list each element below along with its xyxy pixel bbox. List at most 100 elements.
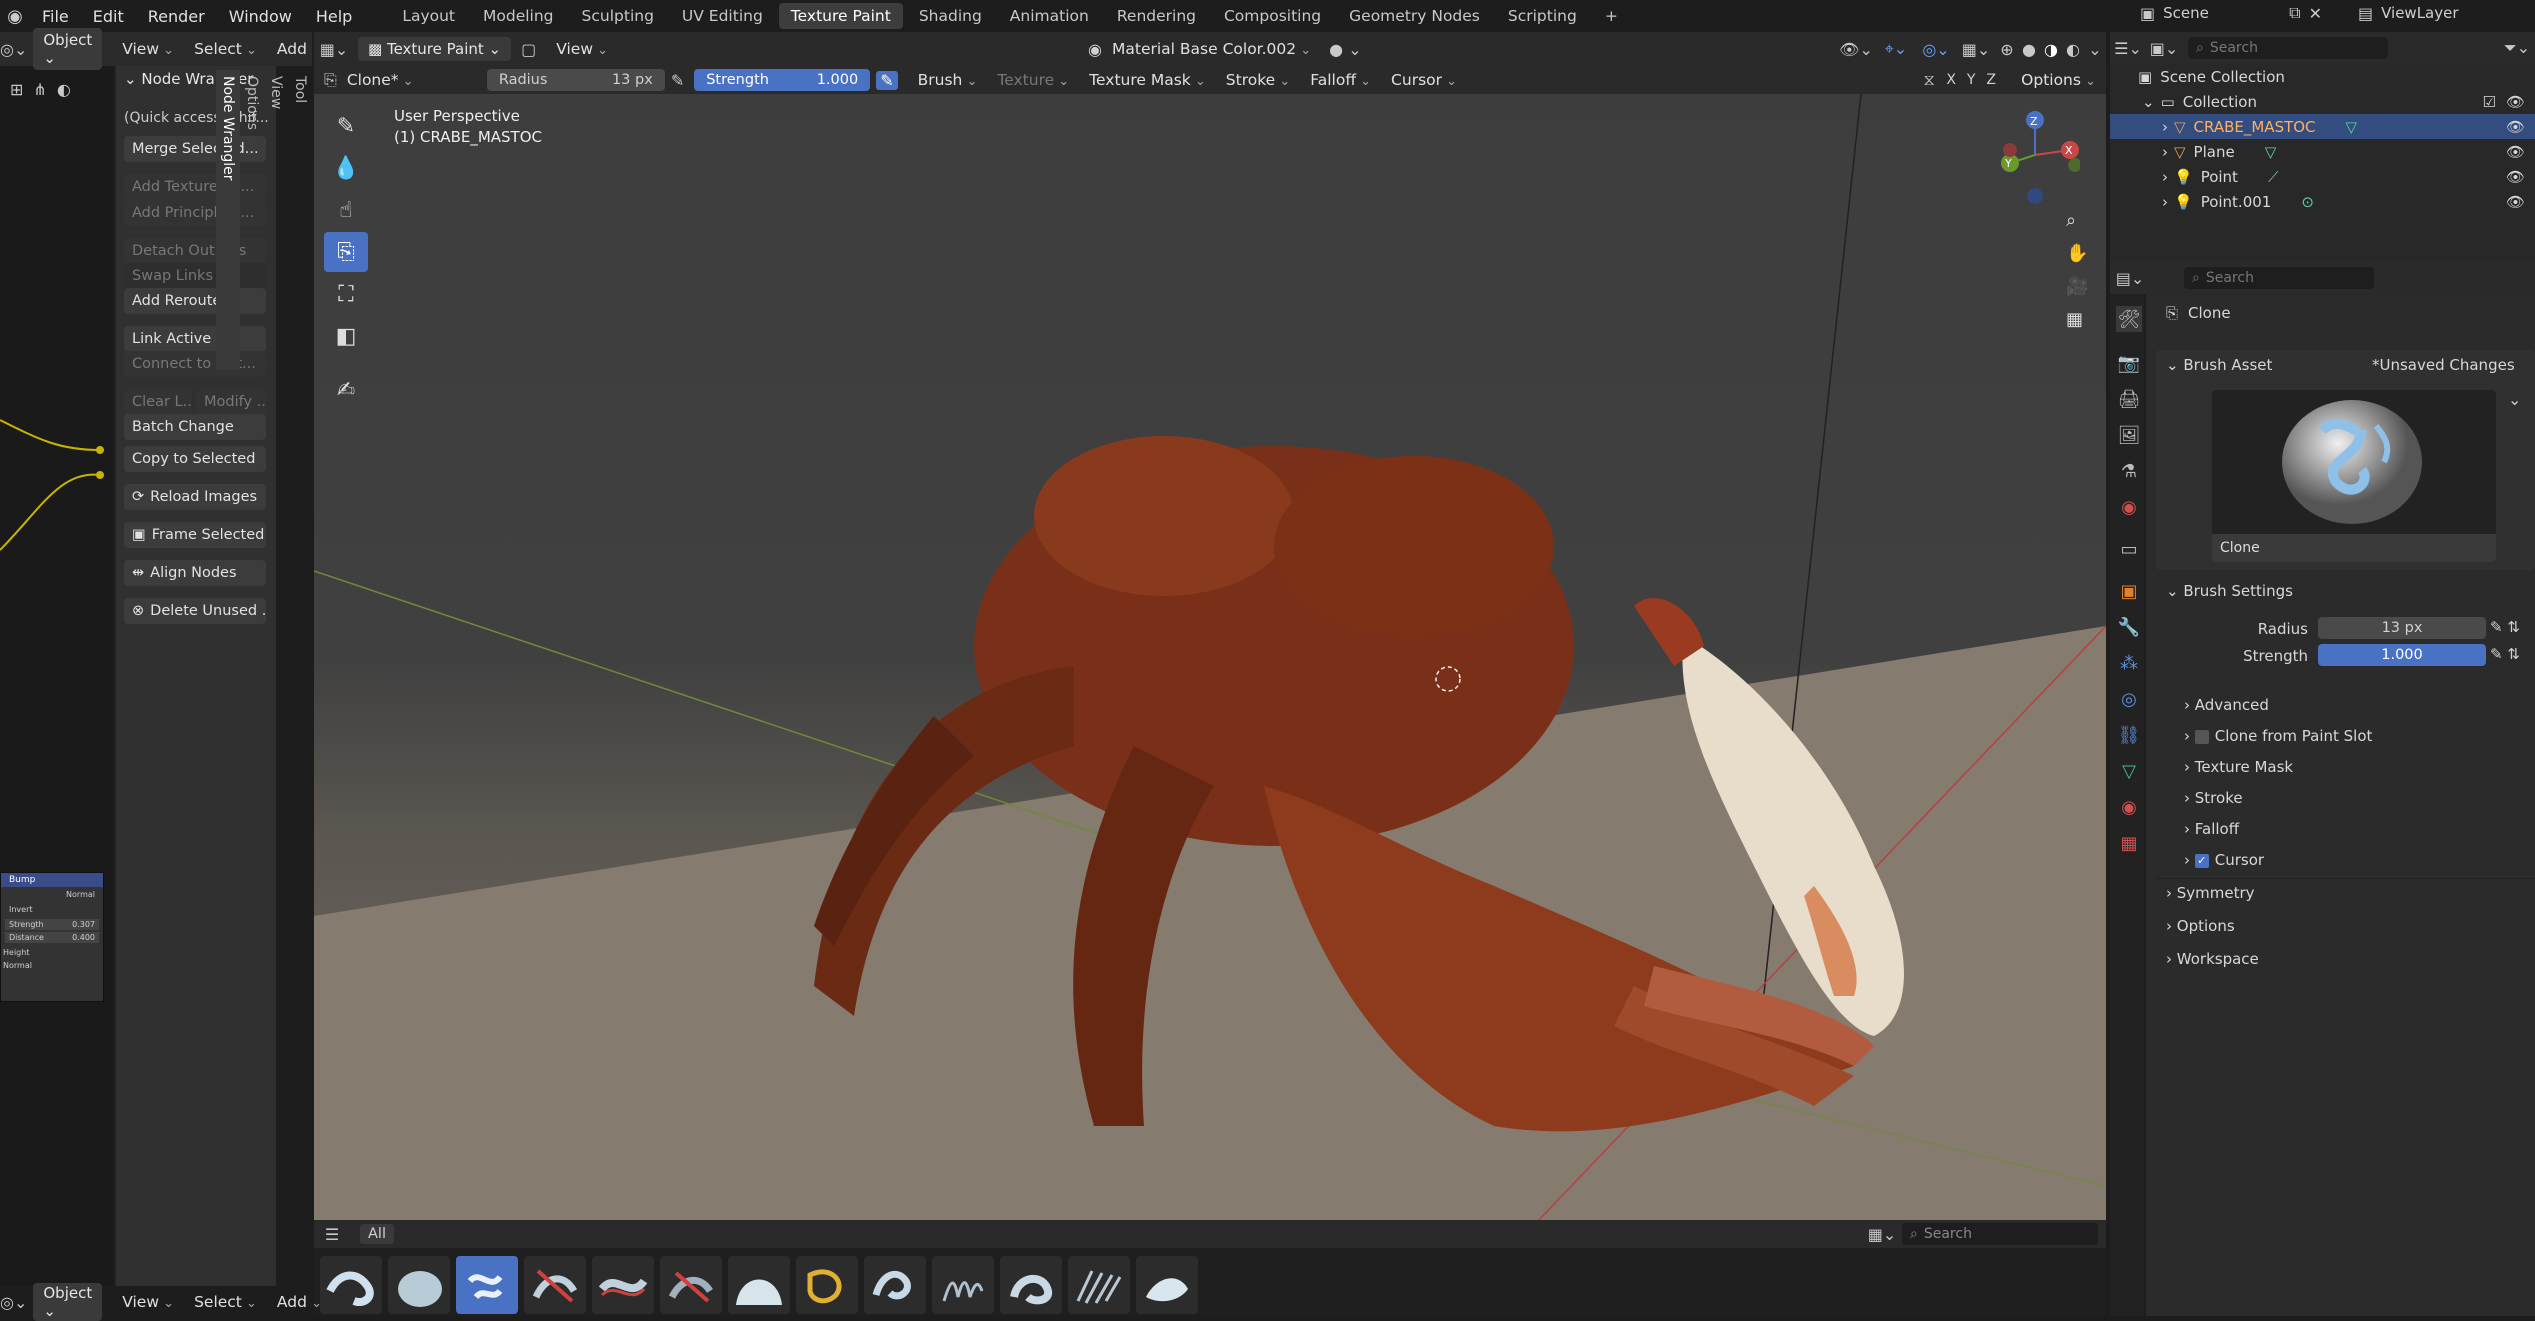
bottom-editor-type-icon[interactable]: ◎⌄ [0,1293,27,1312]
brush-settings-header[interactable]: ⌄ Brush Settings [2166,582,2293,600]
cursor-subpanel[interactable]: › ✓ Cursor [2184,851,2264,869]
bump-node-mode[interactable]: Normal [1,887,103,902]
brush-thumb-6[interactable] [660,1256,722,1314]
align-nodes-button[interactable]: ⇹ Align Nodes [124,560,266,586]
batch-change-dropdown[interactable]: Batch Change [124,414,266,440]
particles-properties-icon[interactable]: ⁂ [2116,650,2142,676]
material-slot-dropdown[interactable]: Material Base Color.002 [1102,40,1321,58]
tab-scripting[interactable]: Scripting [1496,3,1589,29]
brush-thumb-2[interactable] [388,1256,450,1314]
gizmo-toggle-icon[interactable]: ⌖⌄ [1876,39,1916,59]
options-menu[interactable]: Options [2011,71,2106,89]
brush-asset-menu-icon[interactable]: ⌄ [2508,390,2521,409]
xray-toggle-icon[interactable]: ▦⌄ [1956,40,1996,59]
collection-properties-icon[interactable]: ▭ [2116,536,2142,562]
node-tree-icon[interactable]: ⋔ [33,80,46,99]
tab-animation[interactable]: Animation [998,3,1101,29]
falloff-menu[interactable]: Falloff [1300,71,1381,89]
symmetry-z-toggle[interactable]: Z [1981,72,2001,88]
texture-mask-subpanel[interactable]: › Texture Mask [2184,758,2293,776]
modify-labels-button[interactable]: Modify ... [196,389,266,415]
ortho-toggle-icon[interactable]: ▦ [2066,309,2088,330]
mask-tool-icon[interactable]: ◧ [324,316,368,356]
render-properties-icon[interactable]: 📷 [2116,350,2142,376]
data-properties-icon[interactable]: ▽ [2116,758,2142,784]
outliner-search-input[interactable]: ⌕ Search [2188,37,2388,59]
outliner-item-point[interactable]: › 💡 Point ⟋ 👁 [2110,164,2535,189]
outliner-editor-icon[interactable]: ☰⌄ [2110,39,2146,58]
strength-pressure-icon[interactable]: ✎ [876,70,898,90]
bump-distance-value[interactable]: 0.400 [72,933,95,942]
props-radius-field[interactable]: 13 px [2318,617,2486,639]
symmetry-x-toggle[interactable]: X [1941,72,1961,88]
brush-preview[interactable]: Clone [2212,390,2496,562]
outliner-display-icon[interactable]: ▣⌄ [2146,39,2182,58]
view-layer-properties-icon[interactable]: 🖼 [2116,422,2142,448]
modifier-properties-icon[interactable]: 🔧 [2116,614,2142,640]
fill-tool-icon[interactable]: ⛶ [324,274,368,314]
radius-field[interactable]: Radius 13 px [486,69,665,91]
menu-edit[interactable]: Edit [81,7,136,26]
zoom-icon[interactable]: ⌕ [2066,210,2088,231]
outliner-filter-icon[interactable]: ⏷⌄ [2499,38,2535,58]
scene-collection-row[interactable]: ▣ Scene Collection [2110,64,2535,89]
new-scene-icon[interactable]: ⧉ [2289,3,2300,23]
asset-display-icon[interactable]: ▦⌄ [1862,1225,1902,1244]
sidebar-tab-options[interactable]: Options [240,70,264,370]
brush-thumb-8[interactable] [796,1256,858,1314]
props-strength-field[interactable]: 1.000 [2318,644,2486,666]
texture-mask-menu[interactable]: Texture Mask [1079,71,1216,89]
view-menu[interactable]: View [112,40,184,58]
add-workspace-button[interactable]: + [1593,3,1630,29]
overlay-toggle-icon[interactable]: ◎⌄ [1916,40,1956,59]
clone-from-checkbox[interactable] [2194,729,2209,744]
view-layer-name[interactable]: ViewLayer [2381,4,2458,22]
texture-paint-mode-dropdown[interactable]: ▩ Texture Paint ⌄ [358,37,512,61]
tab-geometry-nodes[interactable]: Geometry Nodes [1337,3,1492,29]
brush-selector-dropdown[interactable]: Clone* [337,71,477,89]
physics-properties-icon[interactable]: ◎ [2116,686,2142,712]
scene-name[interactable]: Scene [2163,4,2281,22]
sidebar-tab-node-wrangler[interactable]: Node Wrangler [216,70,240,370]
workspace-panel[interactable]: › Workspace [2166,950,2259,968]
symmetry-icon[interactable]: ⧖ [1917,70,1941,90]
clear-label-button[interactable]: Clear L... [124,389,192,415]
reload-images-button[interactable]: ⟳ Reload Images [124,484,266,510]
image-slot-dropdown[interactable]: ● ⌄ [1329,40,1361,59]
camera-view-icon[interactable]: 🎥 [2066,276,2088,297]
3d-viewport[interactable] [314,66,2106,1246]
collection-checkbox[interactable]: ☑ [2483,93,2496,111]
tab-uv-editing[interactable]: UV Editing [670,3,775,29]
tab-sculpting[interactable]: Sculpting [570,3,666,29]
solid-shading-icon[interactable]: ● [2018,40,2040,59]
brush-thumb-4[interactable] [524,1256,586,1314]
visibility-dropdown-icon[interactable]: 👁⌄ [1836,40,1876,59]
object-mode-dropdown[interactable]: Object ⌄ [33,28,103,70]
stroke-menu[interactable]: Stroke [1216,71,1300,89]
smear-tool-icon[interactable]: ☝ [324,190,368,230]
rendered-shading-icon[interactable]: ◐ [2062,40,2084,59]
brush-thumb-13[interactable] [1136,1256,1198,1314]
clone-from-paint-slot-subpanel[interactable]: › Clone from Paint Slot [2184,727,2372,745]
pan-hand-icon[interactable]: ✋ [2066,243,2088,264]
delete-scene-icon[interactable]: ✕ [2309,4,2322,23]
output-properties-icon[interactable]: 🖨 [2116,386,2142,412]
viewport-view-menu[interactable]: View [546,40,618,58]
material-slot-icon[interactable]: ◐ [57,80,71,99]
brush-thumb-10[interactable] [932,1256,994,1314]
brush-menu[interactable]: Brush [908,71,988,89]
brush-asset-header[interactable]: ⌄ Brush Asset [2166,356,2272,374]
editor-type-icon[interactable]: ◎⌄ [0,40,27,59]
sidebar-tab-tool[interactable]: Tool [288,70,312,370]
tab-compositing[interactable]: Compositing [1212,3,1333,29]
menu-help[interactable]: Help [304,7,364,26]
bottom-select-menu[interactable]: Select [184,1293,267,1311]
draw-tool-icon[interactable]: ✎ [324,106,368,146]
constraints-properties-icon[interactable]: ⛓ [2116,722,2142,748]
bump-node-invert[interactable]: Invert [1,902,103,917]
annotate-tool-icon[interactable]: ✍ [324,370,368,410]
node-editor-area[interactable] [0,34,118,1286]
blender-logo-icon[interactable]: ◉ [0,6,30,27]
navigation-gizmo[interactable]: Z X Y [1990,100,2080,210]
symmetry-y-toggle[interactable]: Y [1961,72,1981,88]
